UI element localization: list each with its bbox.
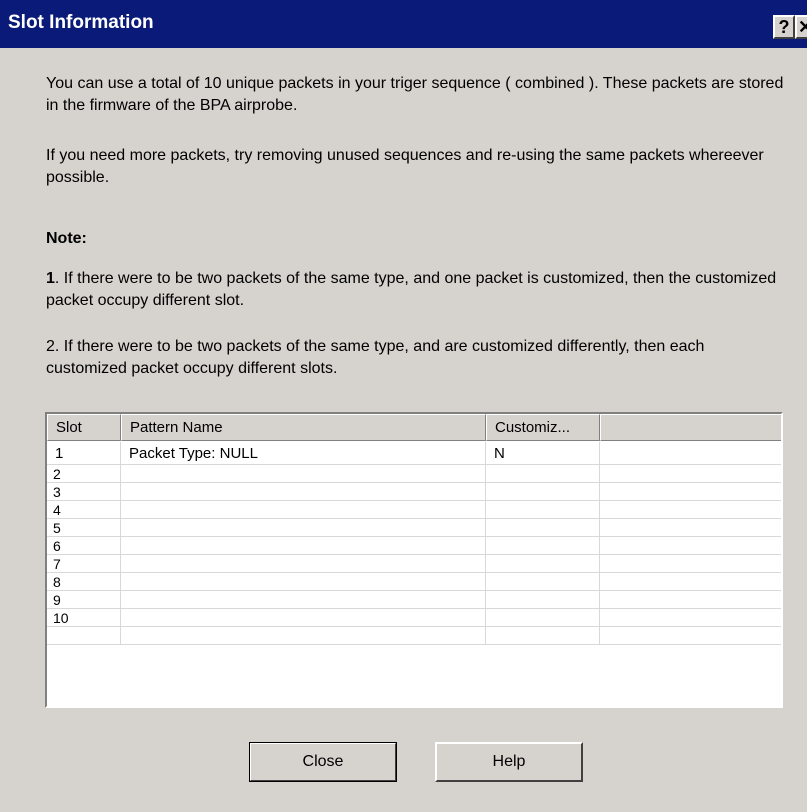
customized-cell [486, 555, 600, 572]
table-header: Slot Pattern Name Customiz... [47, 414, 781, 441]
pattern-name-cell [121, 555, 486, 572]
extra-cell [600, 537, 781, 554]
slot-cell: 4 [47, 501, 121, 518]
pattern-name-cell [121, 573, 486, 590]
table-row[interactable]: 8 [47, 573, 781, 591]
customized-cell [486, 609, 600, 626]
table-row[interactable]: 4 [47, 501, 781, 519]
pattern-name-cell [121, 537, 486, 554]
pattern-name-cell [121, 519, 486, 536]
table-row[interactable]: 3 [47, 483, 781, 501]
customized-cell [486, 465, 600, 482]
extra-cell [600, 573, 781, 590]
note-1: 1. If there were to be two packets of th… [46, 268, 786, 312]
extra-cell [600, 627, 781, 644]
pattern-name-cell [121, 483, 486, 500]
dialog-title: Slot Information [8, 12, 154, 33]
pattern-name-cell [121, 465, 486, 482]
slot-cell: 1 [47, 442, 121, 464]
slot-information-dialog: Slot Information ? ✕ You can use a total… [0, 0, 807, 812]
customized-cell [486, 591, 600, 608]
close-icon[interactable]: ✕ [795, 15, 807, 39]
extra-cell [600, 483, 781, 500]
customized-cell [486, 627, 600, 644]
slot-cell: 2 [47, 465, 121, 482]
slot-cell: 6 [47, 537, 121, 554]
table-row[interactable]: 6 [47, 537, 781, 555]
intro-paragraph-2: If you need more packets, try removing u… [46, 147, 764, 186]
customized-cell [486, 483, 600, 500]
pattern-name-cell [121, 609, 486, 626]
extra-cell [600, 519, 781, 536]
table-row[interactable]: 10 [47, 609, 781, 627]
slot-cell: 7 [47, 555, 121, 572]
table-row[interactable]: 2 [47, 465, 781, 483]
pattern-name-cell [121, 591, 486, 608]
column-header-pattern-name[interactable]: Pattern Name [121, 414, 486, 441]
slot-table[interactable]: Slot Pattern Name Customiz... 1 Packet Ty… [45, 412, 783, 708]
slot-cell: 9 [47, 591, 121, 608]
customized-cell [486, 501, 600, 518]
table-body: 1 Packet Type: NULL N 2 3 4 5 6 7 8 9 10 [47, 442, 781, 645]
note-heading: Note: [46, 230, 87, 247]
table-row[interactable]: 9 [47, 591, 781, 609]
note-2: 2. If there were to be two packets of th… [46, 338, 705, 377]
slot-cell: 3 [47, 483, 121, 500]
pattern-name-cell: Packet Type: NULL [121, 442, 486, 464]
customized-cell [486, 573, 600, 590]
customized-cell [486, 537, 600, 554]
column-header-slot[interactable]: Slot [47, 414, 121, 441]
close-button[interactable]: Close [249, 742, 397, 782]
slot-cell: 5 [47, 519, 121, 536]
title-bar[interactable]: Slot Information ? ✕ [0, 0, 807, 48]
column-header-customized[interactable]: Customiz... [486, 414, 600, 441]
table-row[interactable]: 7 [47, 555, 781, 573]
table-row[interactable]: 5 [47, 519, 781, 537]
table-row[interactable]: 1 Packet Type: NULL N [47, 442, 781, 465]
intro-paragraph-1: You can use a total of 10 unique packets… [46, 75, 784, 114]
slot-cell: 10 [47, 609, 121, 626]
help-icon[interactable]: ? [773, 15, 795, 39]
slot-cell: 8 [47, 573, 121, 590]
help-button[interactable]: Help [435, 742, 583, 782]
extra-cell [600, 555, 781, 572]
slot-cell [47, 627, 121, 644]
extra-cell [600, 501, 781, 518]
pattern-name-cell [121, 627, 486, 644]
extra-cell [600, 442, 781, 464]
pattern-name-cell [121, 501, 486, 518]
customized-cell [486, 519, 600, 536]
extra-cell [600, 465, 781, 482]
extra-cell [600, 591, 781, 608]
customized-cell: N [486, 442, 600, 464]
note-1-number: 1 [46, 270, 55, 287]
note-1-text: . If there were to be two packets of the… [46, 270, 777, 309]
column-header-empty[interactable] [600, 414, 781, 441]
extra-cell [600, 609, 781, 626]
table-row[interactable] [47, 627, 781, 645]
